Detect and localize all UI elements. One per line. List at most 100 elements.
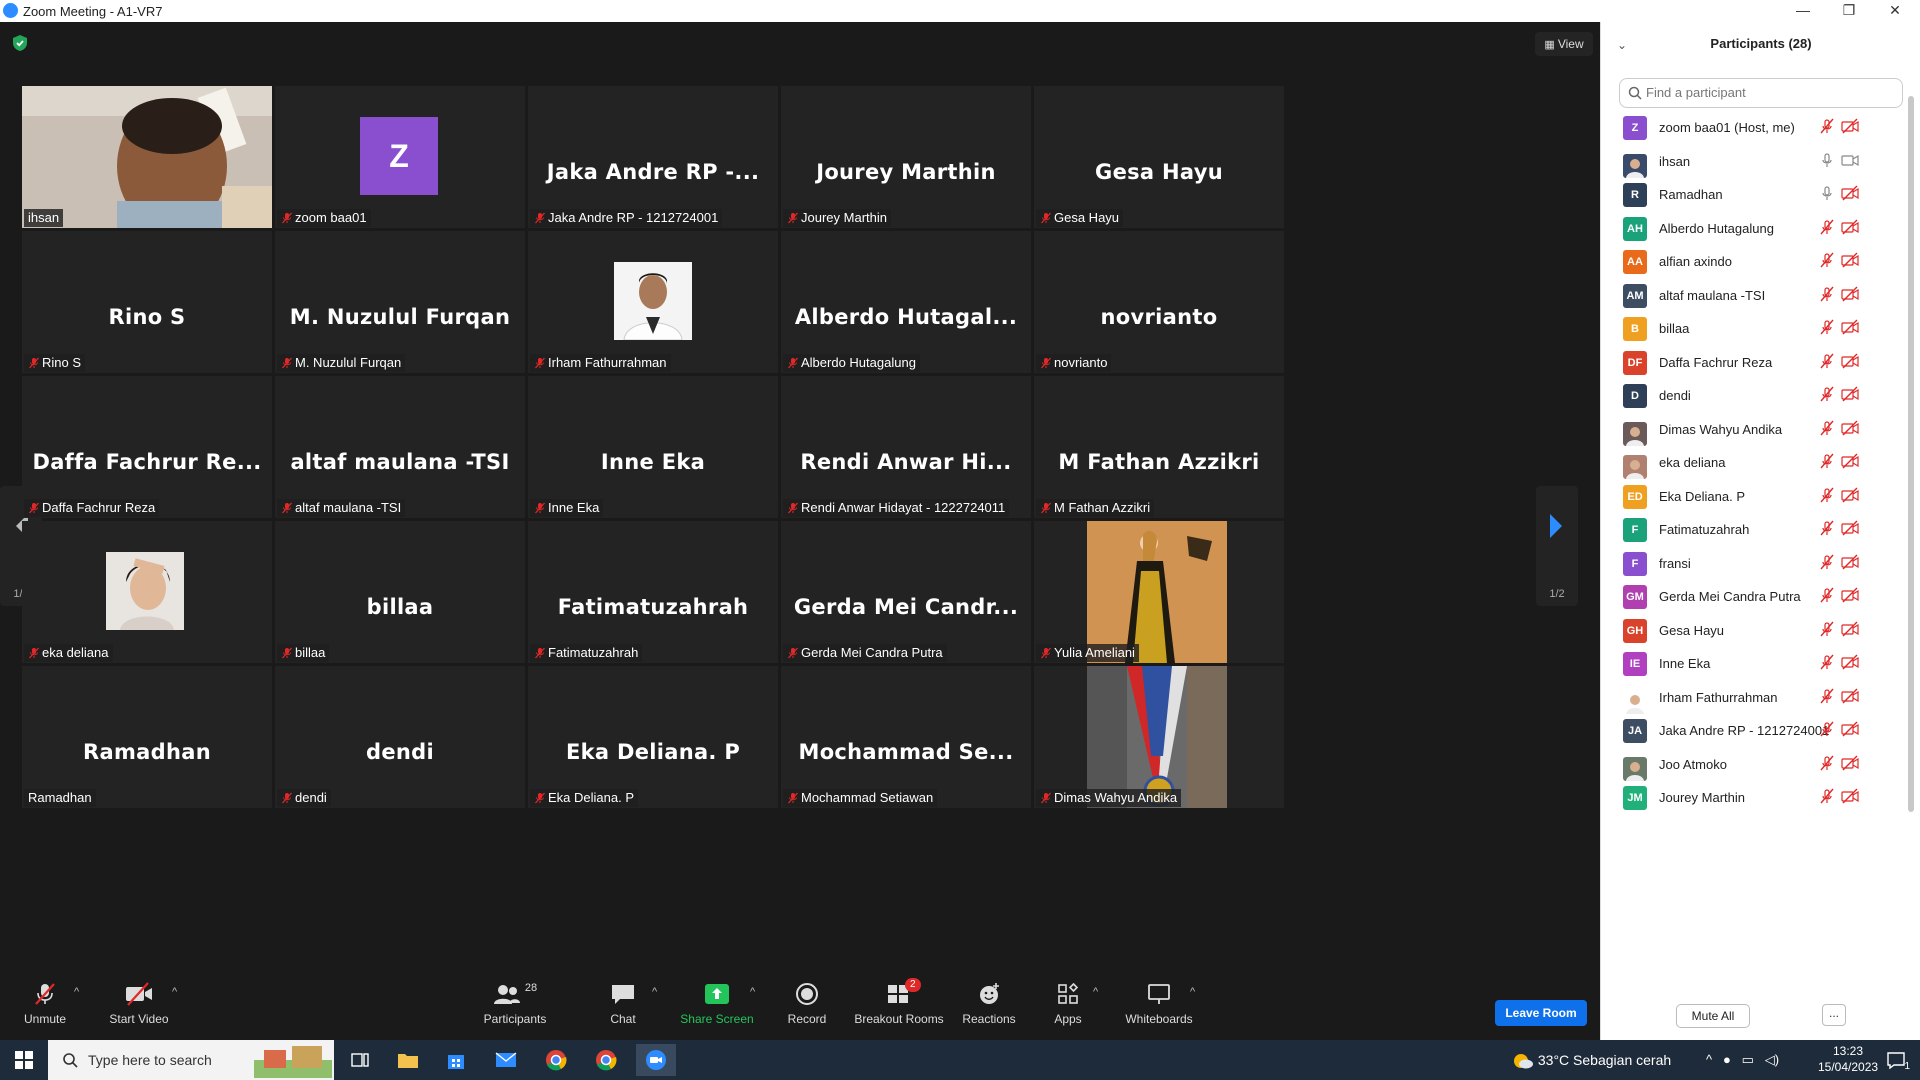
video-options-caret[interactable]: ^ — [172, 986, 177, 998]
video-tile[interactable]: billaa billaa — [275, 521, 525, 663]
video-tile[interactable]: altaf maulana -TSI altaf maulana -TSI — [275, 376, 525, 518]
participant-row[interactable]: JA Jaka Andre RP - 1212724001 — [1601, 715, 1911, 748]
apps-options-caret[interactable]: ^ — [1093, 986, 1098, 998]
video-tile[interactable]: Jaka Andre RP -... Jaka Andre RP - 121272… — [528, 86, 778, 228]
audio-options-caret[interactable]: ^ — [74, 986, 79, 998]
video-off-icon[interactable] — [1841, 286, 1859, 302]
video-off-icon[interactable] — [1841, 587, 1859, 603]
video-tile[interactable]: Irham Fathurrahman — [528, 231, 778, 373]
mic-muted-icon[interactable] — [1819, 286, 1835, 302]
mic-muted-icon[interactable] — [1819, 252, 1835, 268]
video-tile[interactable]: Yulia Ameliani — [1034, 521, 1284, 663]
leave-room-button[interactable]: Leave Room — [1495, 1000, 1587, 1026]
participant-row[interactable]: Ddendi — [1601, 380, 1911, 413]
participant-row[interactable]: ihsan — [1601, 146, 1911, 179]
minimize-button[interactable]: — — [1780, 0, 1826, 22]
participant-row[interactable]: AA alfian axindo — [1601, 246, 1911, 279]
mic-muted-icon[interactable] — [1819, 721, 1835, 737]
video-off-icon[interactable] — [1841, 621, 1859, 637]
mic-icon[interactable] — [1819, 152, 1835, 168]
video-tile[interactable]: ihsan — [22, 86, 272, 228]
mic-icon[interactable] — [1819, 185, 1835, 201]
breakout-rooms-button[interactable]: 2 Breakout Rooms — [849, 978, 949, 1026]
video-off-icon[interactable] — [1841, 118, 1859, 134]
participant-list-scrollbar[interactable] — [1908, 96, 1914, 812]
share-screen-button[interactable]: Share Screen — [672, 980, 762, 1026]
mic-muted-icon[interactable] — [1819, 688, 1835, 704]
mic-muted-icon[interactable] — [1819, 353, 1835, 369]
video-tile[interactable]: Gerda Mei Candr... Gerda Mei Candra Putra — [781, 521, 1031, 663]
weather-widget[interactable]: 33°C Sebagian cerah — [1512, 1040, 1671, 1080]
task-view-icon[interactable] — [340, 1044, 380, 1076]
participant-search-input[interactable]: Find a participant — [1619, 78, 1903, 108]
video-off-icon[interactable] — [1841, 755, 1859, 771]
participant-row[interactable]: GH Gesa Hayu — [1601, 615, 1911, 648]
video-tile[interactable]: Alberdo Hutagal... Alberdo Hutagalung — [781, 231, 1031, 373]
video-tile[interactable]: Fatimatuzahrah Fatimatuzahrah — [528, 521, 778, 663]
file-explorer-icon[interactable] — [388, 1044, 428, 1076]
record-button[interactable]: Record — [762, 980, 852, 1026]
mic-muted-icon[interactable] — [1819, 118, 1835, 134]
participant-row[interactable]: Dimas Wahyu Andika — [1601, 414, 1911, 447]
video-off-icon[interactable] — [1841, 185, 1859, 201]
video-off-icon[interactable] — [1841, 688, 1859, 704]
participant-row[interactable]: F Fatimatuzahrah — [1601, 514, 1911, 547]
network-icon[interactable]: ▭ — [1742, 1052, 1754, 1067]
video-tile[interactable]: M. Nuzulul Furqan M. Nuzulul Furqan — [275, 231, 525, 373]
mic-muted-icon[interactable] — [1819, 453, 1835, 469]
view-button[interactable]: ▦ View — [1535, 32, 1593, 56]
video-tile[interactable]: Zzoom baa01 — [275, 86, 525, 228]
mic-muted-icon[interactable] — [1819, 319, 1835, 335]
video-off-icon[interactable] — [1841, 420, 1859, 436]
start-video-button[interactable]: Start Video — [94, 980, 184, 1026]
video-tile[interactable]: novrianto novrianto — [1034, 231, 1284, 373]
participant-row[interactable]: IE Inne Eka — [1601, 648, 1911, 681]
mic-muted-icon[interactable] — [1819, 487, 1835, 503]
video-tile[interactable]: eka deliana — [22, 521, 272, 663]
volume-icon[interactable]: ◁) — [1765, 1052, 1779, 1067]
chrome-profile-icon[interactable] — [586, 1044, 626, 1076]
participant-row[interactable]: DF Daffa Fachrur Reza — [1601, 347, 1911, 380]
zoom-taskbar-icon[interactable] — [636, 1044, 676, 1076]
video-off-icon[interactable] — [1841, 487, 1859, 503]
participant-row[interactable]: AH Alberdo Hutagalung — [1601, 213, 1911, 246]
mic-muted-icon[interactable] — [1819, 587, 1835, 603]
participant-row[interactable]: R Ramadhan — [1601, 179, 1911, 212]
restore-button[interactable]: ❐ — [1826, 0, 1872, 22]
video-tile[interactable]: Gesa Hayu Gesa Hayu — [1034, 86, 1284, 228]
video-off-icon[interactable] — [1841, 219, 1859, 235]
video-tile[interactable]: Inne Eka Inne Eka — [528, 376, 778, 518]
mic-muted-icon[interactable] — [1819, 654, 1835, 670]
video-off-icon[interactable] — [1841, 554, 1859, 570]
video-icon[interactable] — [1841, 152, 1859, 168]
video-tile[interactable]: dendi dendi — [275, 666, 525, 808]
chat-options-caret[interactable]: ^ — [652, 986, 657, 998]
mic-muted-icon[interactable] — [1819, 621, 1835, 637]
tray-chevron-icon[interactable]: ^ — [1706, 1052, 1712, 1067]
chrome-icon[interactable] — [536, 1044, 576, 1076]
mic-muted-icon[interactable] — [1819, 554, 1835, 570]
video-off-icon[interactable] — [1841, 788, 1859, 804]
participant-row[interactable]: GM Gerda Mei Candra Putra — [1601, 581, 1911, 614]
taskbar-search-input[interactable]: Type here to search — [48, 1040, 334, 1080]
video-tile[interactable]: Ramadhan Ramadhan — [22, 666, 272, 808]
participant-row[interactable]: eka deliana — [1601, 447, 1911, 480]
more-options-button[interactable]: ... — [1822, 1004, 1846, 1026]
share-options-caret[interactable]: ^ — [750, 986, 755, 998]
microsoft-store-icon[interactable] — [436, 1044, 476, 1076]
mic-muted-icon[interactable] — [1819, 386, 1835, 402]
mic-muted-icon[interactable] — [1819, 788, 1835, 804]
notifications-icon[interactable]: 1 — [1876, 1044, 1916, 1076]
mute-all-button[interactable]: Mute All — [1676, 1004, 1750, 1028]
participant-row[interactable]: ED Eka Deliana. P — [1601, 481, 1911, 514]
close-button[interactable]: ✕ — [1872, 0, 1918, 22]
mic-muted-icon[interactable] — [1819, 420, 1835, 436]
video-tile[interactable]: Daffa Fachrur Re... Daffa Fachrur Reza — [22, 376, 272, 518]
whiteboards-options-caret[interactable]: ^ — [1190, 986, 1195, 998]
video-tile[interactable]: Rino S Rino S — [22, 231, 272, 373]
video-tile[interactable]: Jourey Marthin Jourey Marthin — [781, 86, 1031, 228]
video-off-icon[interactable] — [1841, 319, 1859, 335]
mail-icon[interactable] — [486, 1044, 526, 1076]
video-off-icon[interactable] — [1841, 520, 1859, 536]
security-shield-icon[interactable] — [12, 34, 28, 52]
